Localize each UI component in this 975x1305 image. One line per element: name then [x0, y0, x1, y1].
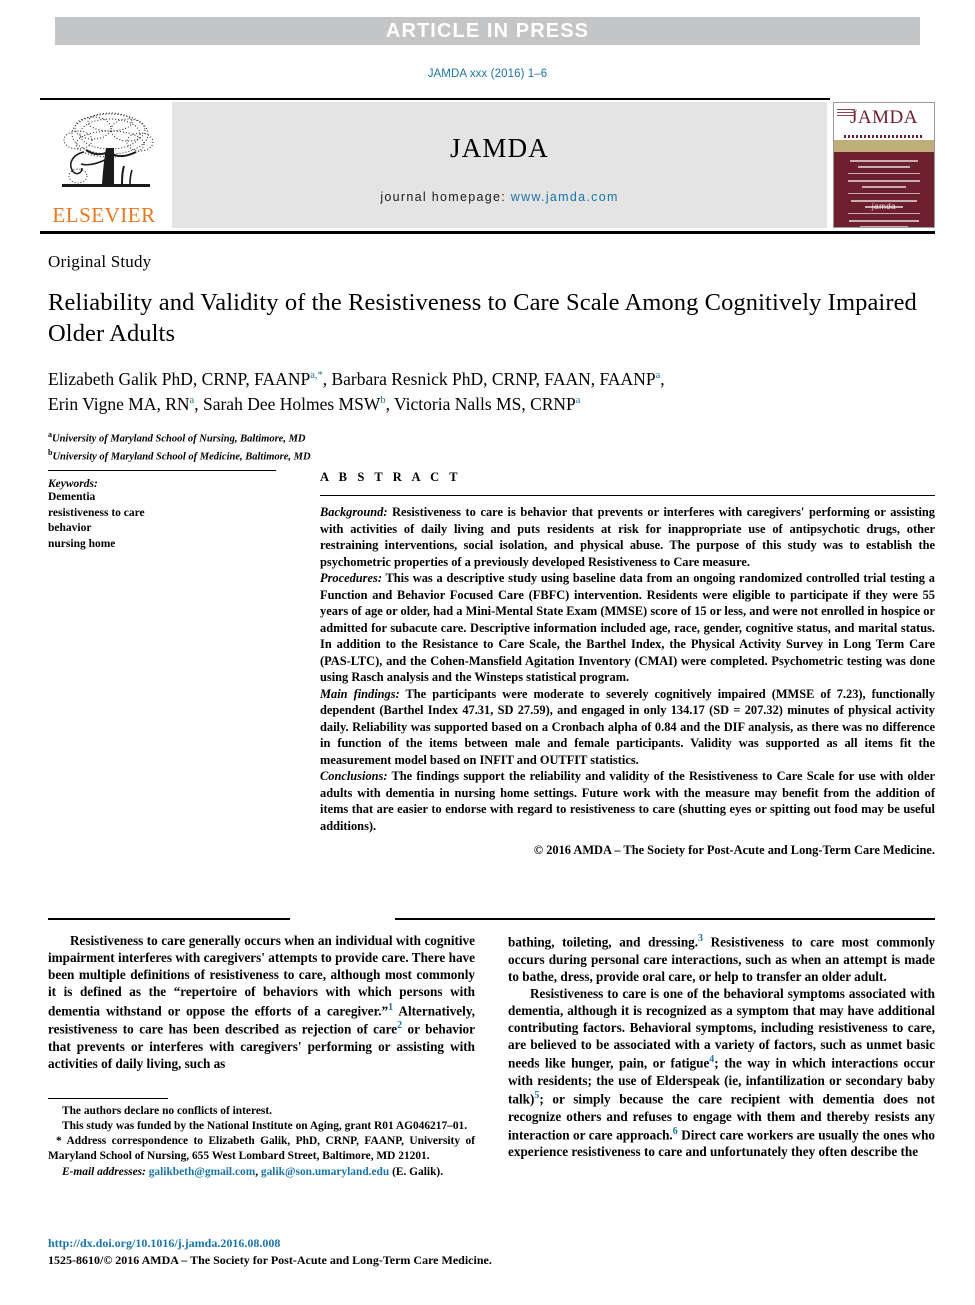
masthead-bottom-rule [40, 231, 935, 234]
affiliation-text: University of Maryland School of Medicin… [52, 451, 311, 463]
journal-cover-thumbnail: JAMDA jamda [833, 102, 935, 228]
cover-contents-lines [834, 152, 934, 227]
keywords-heading: Keywords: [48, 478, 98, 490]
cover-brand-logo: jamda [871, 202, 897, 211]
email-link[interactable]: galikbeth@gmail.com [149, 1166, 255, 1178]
affiliation-text: University of Maryland School of Nursing… [52, 433, 306, 445]
footnote-block: The authors declare no conflicts of inte… [48, 1098, 475, 1180]
affiliation-item: aUniversity of Maryland School of Nursin… [48, 429, 928, 447]
footnote-funding: This study was funded by the National In… [62, 1120, 468, 1133]
author-name: Erin Vigne MA, RN [48, 394, 190, 415]
elsevier-tree-icon [48, 108, 160, 204]
article-header: Original Study Reliability and Validity … [48, 252, 928, 465]
abstract-subheading: Main findings: [320, 686, 400, 701]
abstract-subheading: Conclusions: [320, 769, 388, 783]
author-affiliation-marker[interactable]: a,* [310, 370, 323, 381]
journal-homepage-label: journal homepage: [380, 189, 506, 204]
footnote-rule [48, 1098, 168, 1099]
keyword-item: nursing home [48, 537, 116, 550]
email-label: E-mail addresses: [62, 1165, 146, 1178]
abstract-block: A B S T R A C T Background: Resistivenes… [320, 470, 935, 858]
abstract-paragraph: Conclusions: The findings support the re… [320, 768, 935, 834]
journal-homepage-line: journal homepage: www.jamda.com [380, 190, 618, 204]
elsevier-logo: ELSEVIER [40, 102, 168, 228]
keywords-block: Keywords: Dementia resistiveness to care… [48, 470, 280, 858]
footnote-emails: E-mail addresses: galikbeth@gmail.com, g… [62, 1165, 444, 1178]
keywords-rule [48, 470, 276, 471]
abstract-text: The findings support the reliability and… [320, 769, 935, 833]
body-rule-right [395, 918, 935, 920]
abstract-text: Resistiveness to care is behavior that p… [320, 505, 935, 569]
doi-block: http://dx.doi.org/10.1016/j.jamda.2016.0… [48, 1236, 548, 1268]
journal-masthead: ELSEVIER JAMDA journal homepage: www.jam… [40, 98, 935, 234]
cover-subtitle-bar [834, 133, 934, 140]
paragraph-text: bathing, toileting, and dressing. [508, 934, 699, 950]
body-rule-left [48, 918, 290, 920]
running-head: JAMDA xxx (2016) 1–6 [427, 68, 548, 80]
author-affiliation-marker[interactable]: a [576, 395, 581, 406]
abstract-text: The participants were moderate to severe… [320, 686, 936, 767]
abstract-heading: A B S T R A C T [320, 470, 462, 484]
elsevier-wordmark: ELSEVIER [52, 203, 156, 227]
abstract-paragraph: Main findings: The participants were mod… [320, 686, 935, 769]
correspondence-text: Address correspondence to Elizabeth Gali… [48, 1135, 475, 1163]
footnote-conflict: The authors declare no conflicts of inte… [62, 1105, 272, 1117]
body-column-right: bathing, toileting, and dressing.3 Resis… [508, 932, 935, 1161]
doi-link[interactable]: http://dx.doi.org/10.1016/j.jamda.2016.0… [48, 1236, 548, 1251]
affiliation-item: bUniversity of Maryland School of Medici… [48, 447, 928, 465]
journal-homepage-box: JAMDA journal homepage: www.jamda.com [172, 102, 827, 228]
email-link[interactable]: galik@son.umaryland.edu [261, 1166, 389, 1178]
journal-title: JAMDA [449, 132, 549, 163]
author-name: , Sarah Dee Holmes MSW [194, 394, 381, 415]
author-name: , Victoria Nalls MS, CRNP [385, 394, 576, 415]
journal-homepage-link[interactable]: www.jamda.com [511, 190, 619, 204]
abstract-paragraph: Procedures: This was a descriptive study… [320, 570, 935, 686]
cover-title: JAMDA [850, 107, 918, 128]
abstract-text: This was a descriptive study using basel… [320, 571, 935, 684]
author-affiliation-marker[interactable]: a [656, 370, 661, 381]
abstract-section: Keywords: Dementia resistiveness to care… [48, 470, 935, 858]
cover-accent-band [834, 140, 934, 152]
abstract-copyright: © 2016 AMDA – The Society for Post-Acute… [533, 843, 935, 857]
issn-copyright: 1525-8610/© 2016 AMDA – The Society for … [48, 1253, 492, 1267]
keyword-item: resistiveness to care [48, 506, 145, 519]
body-paragraph: bathing, toileting, and dressing.3 Resis… [508, 932, 935, 985]
affiliation-list: aUniversity of Maryland School of Nursin… [48, 429, 928, 464]
article-in-press-banner: ARTICLE IN PRESS [55, 17, 920, 45]
cover-masthead-marks [837, 109, 855, 116]
author-list: Elizabeth Galik PhD, CRNP, FAANPa,*, Bar… [48, 368, 665, 415]
author-name: , Barbara Resnick PhD, CRNP, FAAN, FAANP [322, 368, 656, 389]
page-title: Reliability and Validity of the Resistiv… [48, 289, 917, 347]
article-type: Original Study [48, 252, 152, 271]
abstract-paragraph: Background: Resistiveness to care is beh… [320, 504, 935, 570]
body-paragraph: Resistiveness to care is one of the beha… [508, 985, 935, 1161]
abstract-subheading: Procedures: [320, 571, 382, 585]
email-owner: (E. Galik). [392, 1165, 444, 1178]
article-in-press-label: ARTICLE IN PRESS [385, 19, 590, 42]
masthead-top-rule [40, 98, 830, 100]
author-name: Elizabeth Galik PhD, CRNP, FAANP [48, 368, 311, 389]
keyword-item: Dementia [48, 491, 96, 503]
body-separator-rules [48, 918, 935, 920]
abstract-rule [320, 495, 935, 496]
body-paragraph: Resistiveness to care generally occurs w… [48, 932, 475, 1072]
footnote-correspondence: * Address correspondence to Elizabeth Ga… [48, 1135, 475, 1163]
abstract-subheading: Background: [320, 505, 388, 519]
keyword-item: behavior [48, 522, 92, 535]
cover-header: JAMDA [834, 103, 934, 133]
